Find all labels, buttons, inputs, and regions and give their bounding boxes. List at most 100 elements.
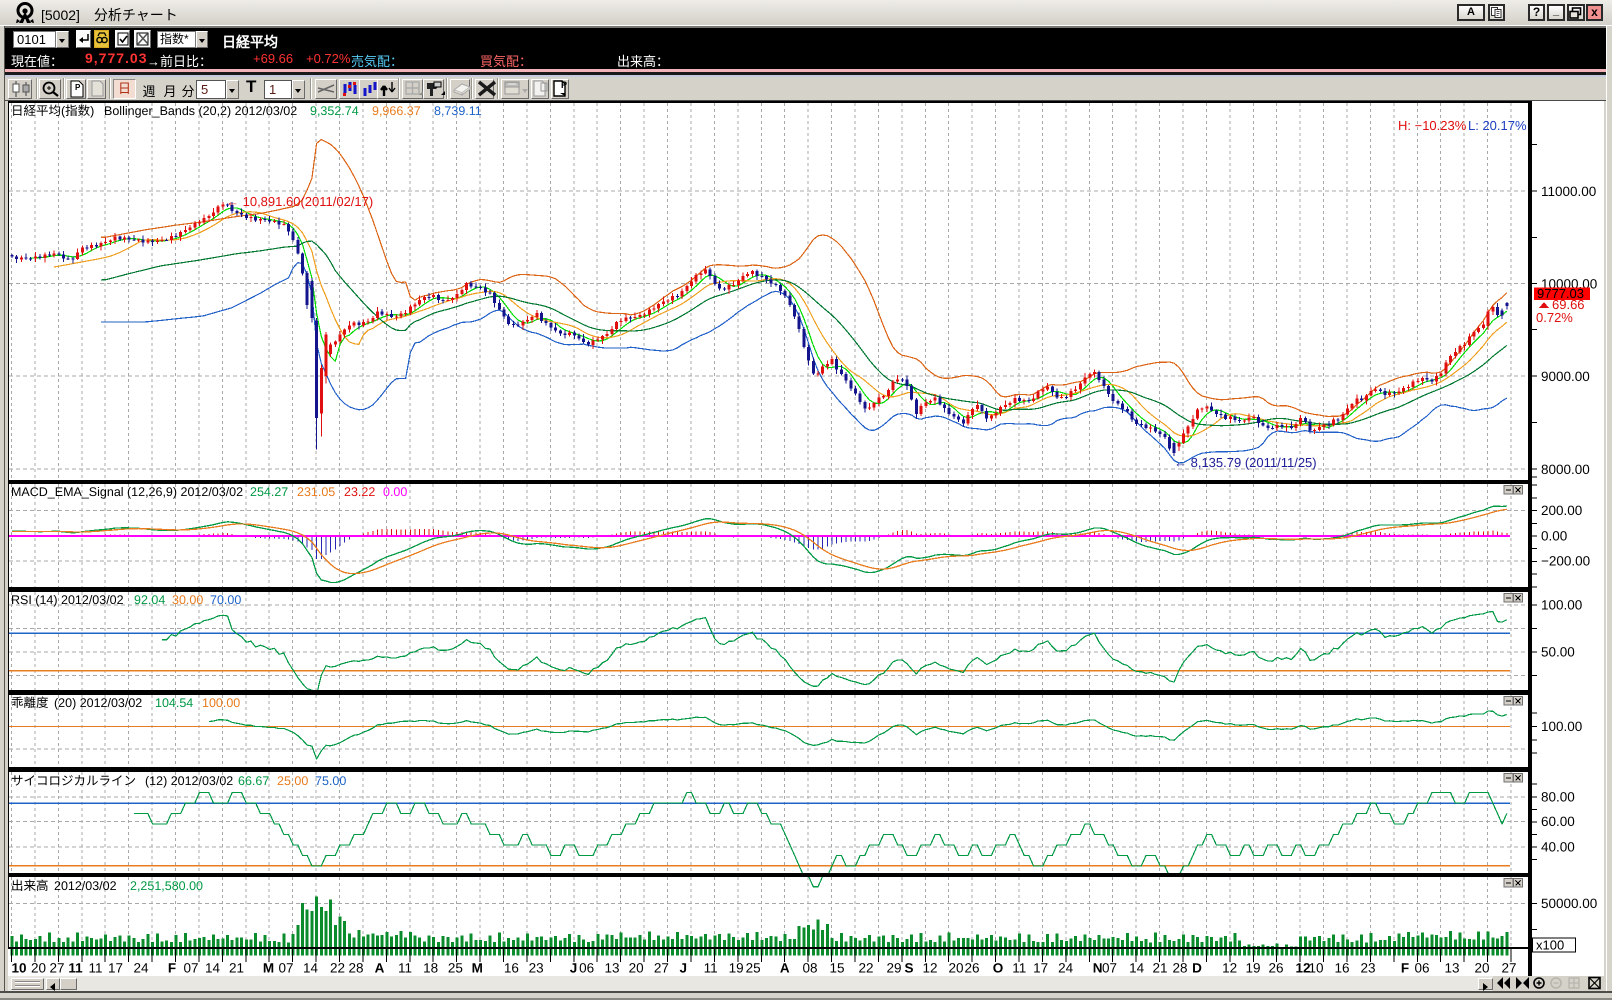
svg-text:26: 26 xyxy=(1268,961,1283,976)
svg-text:H: −10.23%: H: −10.23% xyxy=(1398,118,1467,133)
svg-text:(20) 2012/03/02: (20) 2012/03/02 xyxy=(54,696,142,710)
svg-text:28: 28 xyxy=(348,961,363,976)
svg-text:8,739.11: 8,739.11 xyxy=(434,104,482,118)
svg-text:J: J xyxy=(680,961,688,976)
svg-text:30.00: 30.00 xyxy=(172,593,203,607)
svg-text:66.67: 66.67 xyxy=(238,774,269,788)
svg-text:0.00: 0.00 xyxy=(383,485,407,499)
svg-text:100.00: 100.00 xyxy=(1541,598,1582,613)
svg-text:40.00: 40.00 xyxy=(1541,840,1575,855)
svg-text:2,251,580.00: 2,251,580.00 xyxy=(130,879,203,893)
svg-text:14: 14 xyxy=(205,961,221,976)
svg-text:07: 07 xyxy=(278,961,293,976)
svg-text:23: 23 xyxy=(529,961,544,976)
svg-text:200.00: 200.00 xyxy=(1541,503,1582,518)
svg-text:25.00: 25.00 xyxy=(277,774,308,788)
svg-text:12: 12 xyxy=(1222,961,1237,976)
svg-text:60.00: 60.00 xyxy=(1541,814,1575,829)
svg-text:16: 16 xyxy=(1334,961,1349,976)
svg-text:MACD_EMA_Signal (12,26,9) 2012: MACD_EMA_Signal (12,26,9) 2012/03/02 xyxy=(11,485,243,499)
svg-text:M: M xyxy=(263,961,274,976)
svg-text:9,966.37: 9,966.37 xyxy=(372,104,421,118)
svg-text:−200.00: −200.00 xyxy=(1541,554,1590,569)
svg-text:← 10,891.60(2011/02/17): ← 10,891.60(2011/02/17) xyxy=(226,194,373,209)
svg-text:07: 07 xyxy=(1102,961,1117,976)
svg-text:19: 19 xyxy=(729,961,744,976)
svg-text:11: 11 xyxy=(68,961,83,976)
svg-text:RSI (14) 2012/03/02: RSI (14) 2012/03/02 xyxy=(11,593,124,607)
svg-text:9,352.74: 9,352.74 xyxy=(310,104,359,118)
svg-text:20: 20 xyxy=(948,961,963,976)
svg-text:22: 22 xyxy=(858,961,873,976)
svg-text:80.00: 80.00 xyxy=(1541,789,1575,804)
svg-text:07: 07 xyxy=(183,961,198,976)
svg-text:14: 14 xyxy=(1129,961,1145,976)
svg-text:サイコロジカルライン: サイコロジカルライン xyxy=(11,774,136,788)
svg-text:19: 19 xyxy=(1245,961,1260,976)
svg-text:11: 11 xyxy=(398,961,412,976)
svg-text:14: 14 xyxy=(303,961,319,976)
svg-text:F: F xyxy=(1401,961,1409,976)
svg-text:27: 27 xyxy=(49,961,64,976)
svg-text:21: 21 xyxy=(229,961,244,976)
svg-text:21: 21 xyxy=(1152,961,1167,976)
svg-text:50000.00: 50000.00 xyxy=(1541,896,1597,911)
svg-text:← 8,135.79 (2011/11/25): ← 8,135.79 (2011/11/25) xyxy=(1174,455,1317,470)
svg-text:0.72%: 0.72% xyxy=(1536,310,1573,325)
svg-text:F: F xyxy=(168,961,176,976)
svg-text:乖離度: 乖離度 xyxy=(11,696,49,710)
svg-text:13: 13 xyxy=(604,961,619,976)
svg-text:10: 10 xyxy=(1308,961,1323,976)
svg-text:出来高: 出来高 xyxy=(11,879,49,893)
svg-text:25: 25 xyxy=(746,961,761,976)
svg-text:92.04: 92.04 xyxy=(134,593,165,607)
svg-text:25: 25 xyxy=(448,961,463,976)
svg-text:Bollinger_Bands (20,2) 2012/03: Bollinger_Bands (20,2) 2012/03/02 xyxy=(104,104,297,118)
svg-text:9000.00: 9000.00 xyxy=(1541,369,1590,384)
svg-text:L: 20.17%: L: 20.17% xyxy=(1468,118,1527,133)
svg-text:70.00: 70.00 xyxy=(210,593,241,607)
svg-text:231.05: 231.05 xyxy=(297,485,335,499)
svg-text:28: 28 xyxy=(1172,961,1187,976)
svg-text:2012/03/02: 2012/03/02 xyxy=(54,879,117,893)
svg-text:11: 11 xyxy=(1012,961,1026,976)
svg-text:8000.00: 8000.00 xyxy=(1541,462,1590,477)
svg-text:11: 11 xyxy=(88,961,102,976)
svg-text:17: 17 xyxy=(1033,961,1048,976)
svg-text:23.22: 23.22 xyxy=(344,485,375,499)
svg-text:A: A xyxy=(375,961,385,976)
svg-text:日経平均(指数): 日経平均(指数) xyxy=(11,104,94,118)
svg-text:15: 15 xyxy=(829,961,844,976)
svg-text:18: 18 xyxy=(423,961,438,976)
svg-text:24: 24 xyxy=(1058,961,1074,976)
svg-text:11: 11 xyxy=(704,961,718,976)
svg-text:10: 10 xyxy=(11,961,26,976)
svg-text:26: 26 xyxy=(964,961,979,976)
svg-text:50.00: 50.00 xyxy=(1541,645,1575,660)
svg-text:17: 17 xyxy=(108,961,123,976)
svg-text:A: A xyxy=(780,961,790,976)
svg-text:100.00: 100.00 xyxy=(1541,719,1582,734)
svg-text:20: 20 xyxy=(1474,961,1489,976)
svg-text:16: 16 xyxy=(504,961,519,976)
svg-text:M: M xyxy=(472,961,483,976)
svg-text:11000.00: 11000.00 xyxy=(1541,184,1596,199)
svg-text:(12) 2012/03/02: (12) 2012/03/02 xyxy=(145,774,233,788)
svg-text:D: D xyxy=(1192,961,1202,976)
svg-text:254.27: 254.27 xyxy=(250,485,288,499)
svg-text:08: 08 xyxy=(802,961,817,976)
svg-text:20: 20 xyxy=(629,961,644,976)
svg-text:06: 06 xyxy=(579,961,594,976)
svg-text:27: 27 xyxy=(654,961,669,976)
svg-text:100.00: 100.00 xyxy=(202,696,240,710)
svg-text:75.00: 75.00 xyxy=(315,774,346,788)
svg-text:S: S xyxy=(904,961,913,976)
svg-text:J: J xyxy=(570,961,578,976)
svg-text:0.00: 0.00 xyxy=(1541,529,1567,544)
svg-text:O: O xyxy=(993,961,1004,976)
svg-text:20: 20 xyxy=(31,961,46,976)
svg-text:06: 06 xyxy=(1414,961,1429,976)
svg-text:12: 12 xyxy=(922,961,937,976)
svg-text:24: 24 xyxy=(133,961,149,976)
svg-text:104.54: 104.54 xyxy=(155,696,193,710)
